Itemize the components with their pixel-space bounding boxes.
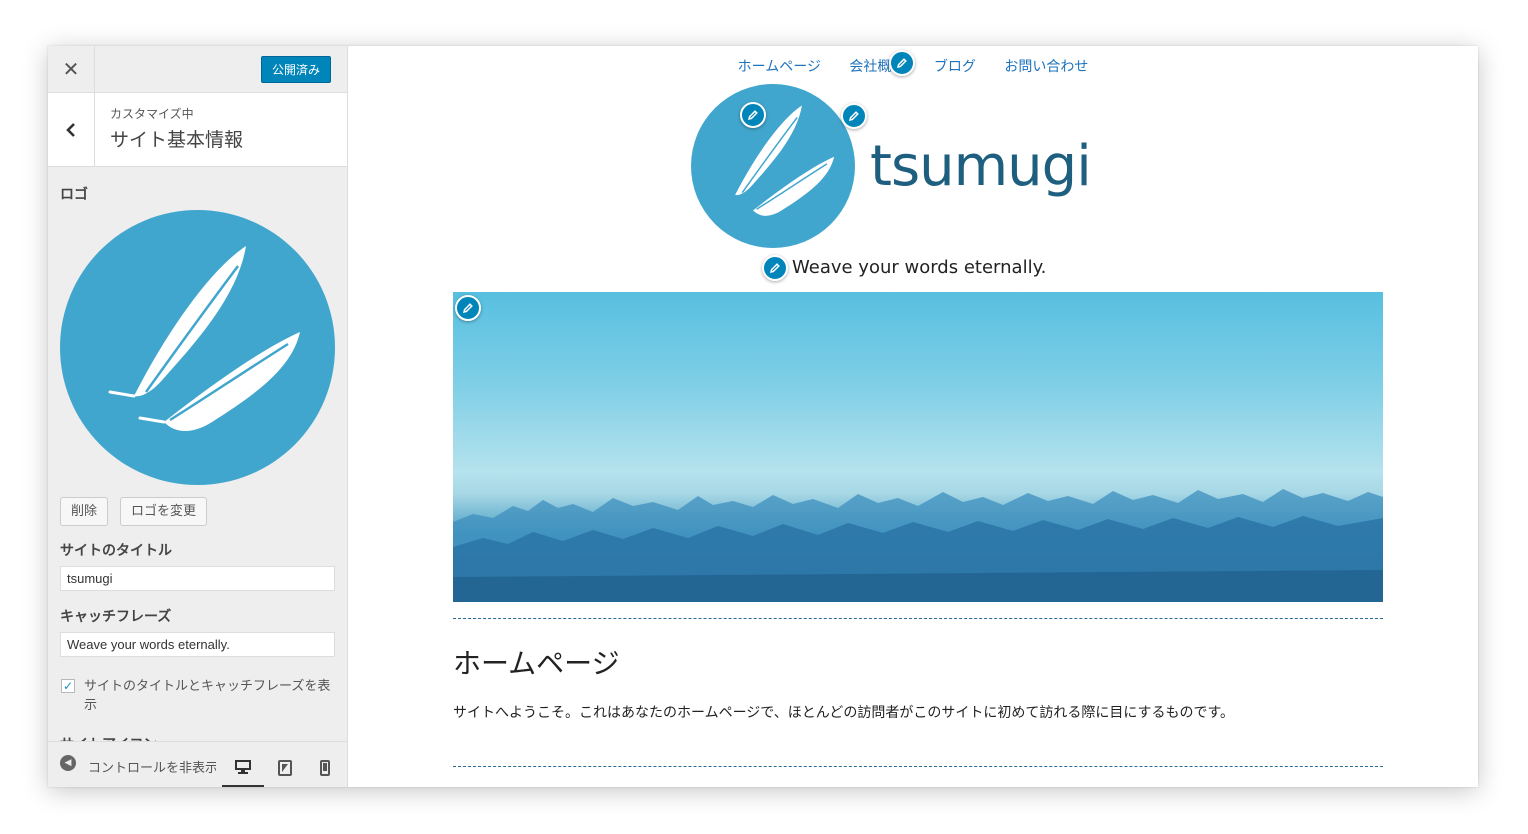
change-logo-button[interactable]: ロゴを変更: [120, 497, 208, 526]
tablet-preview-button[interactable]: [264, 748, 306, 787]
desktop-icon: [235, 759, 251, 774]
close-icon: ✕: [62, 57, 80, 81]
sidebar-header: ✕ 公開済み: [48, 46, 347, 93]
edit-header-image-shortcut[interactable]: [455, 295, 481, 321]
customizer-sidebar: ✕ 公開済み カスタマイズ中 サイト基本情報 ロゴ 削除 ロゴを変更 サイトのタ…: [48, 46, 348, 787]
back-button[interactable]: [48, 93, 95, 166]
site-title-label: サイトのタイトル: [60, 543, 172, 559]
pencil-icon: [896, 58, 907, 69]
pencil-icon: [747, 110, 758, 121]
mobile-icon: [320, 760, 330, 776]
edit-tagline-shortcut[interactable]: [762, 255, 788, 281]
customizer-window: ✕ 公開済み カスタマイズ中 サイト基本情報 ロゴ 削除 ロゴを変更 サイトのタ…: [48, 46, 1478, 787]
edit-menu-shortcut[interactable]: [889, 50, 915, 76]
site-title-input[interactable]: tsumugi: [60, 566, 335, 591]
display-title-checkbox-label: サイトのタイトルとキャッチフレーズを表示: [84, 679, 331, 713]
page-content: サイトへようこそ。これはあなたのホームページで、ほとんどの訪問者がこのサイトに初…: [453, 705, 1235, 721]
tablet-icon: [278, 760, 292, 776]
divider: [453, 766, 1383, 767]
mobile-preview-button[interactable]: [304, 748, 346, 787]
feather-logo-icon: [735, 105, 835, 216]
publish-button[interactable]: 公開済み: [260, 56, 331, 83]
page-title: ホームページ: [453, 647, 620, 680]
display-title-checkbox[interactable]: ✓: [61, 679, 75, 693]
sidebar-footer: ◀ コントロールを非表示: [48, 741, 347, 787]
collapse-controls-button[interactable]: コントロールを非表示: [88, 757, 216, 776]
pencil-icon: [462, 303, 473, 314]
site-title: tsumugi: [870, 134, 1092, 199]
feather-logo-icon: [108, 246, 300, 432]
nav-item-blog[interactable]: ブログ: [934, 59, 976, 75]
site-tagline: Weave your words eternally.: [792, 257, 1047, 278]
tagline-input[interactable]: Weave your words eternally.: [60, 632, 335, 657]
pencil-icon: [848, 111, 859, 122]
collapse-icon[interactable]: ◀: [60, 755, 76, 771]
divider: [453, 618, 1383, 619]
section-subtitle: カスタマイズ中: [110, 107, 194, 121]
city-skyline-image: [453, 489, 1383, 602]
chevron-left-icon: [66, 122, 75, 137]
header-image: [453, 292, 1383, 602]
desktop-preview-button[interactable]: [222, 748, 264, 787]
edit-logo-shortcut[interactable]: [740, 102, 766, 128]
logo-preview[interactable]: [60, 210, 335, 485]
pencil-icon: [769, 263, 780, 274]
section-title: サイト基本情報: [110, 129, 244, 151]
nav-item-contact[interactable]: お問い合わせ: [1004, 59, 1088, 75]
site-preview: ホームページ 会社概要 ブログ お問い合わせ tsumugi Weave you…: [348, 46, 1478, 787]
remove-logo-button[interactable]: 削除: [60, 497, 109, 526]
tagline-label: キャッチフレーズ: [60, 609, 172, 625]
section-header: カスタマイズ中 サイト基本情報: [48, 93, 347, 167]
close-button[interactable]: ✕: [48, 46, 95, 92]
nav-item-home[interactable]: ホームページ: [738, 59, 821, 75]
edit-title-shortcut[interactable]: [841, 103, 867, 129]
checkmark-icon: ✓: [62, 679, 74, 693]
site-logo[interactable]: [691, 84, 855, 248]
logo-label: ロゴ: [60, 187, 88, 203]
